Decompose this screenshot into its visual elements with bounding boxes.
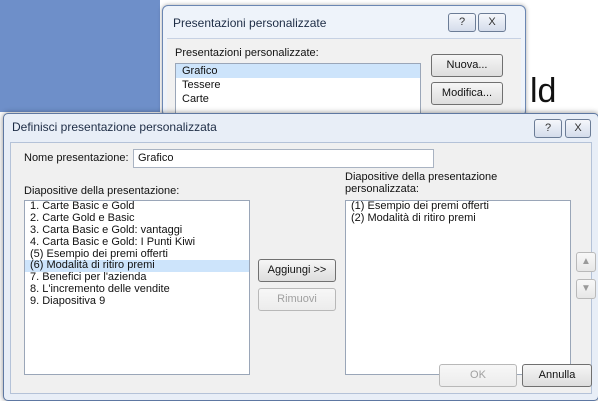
cancel-button[interactable]: Annulla <box>522 364 592 387</box>
define-custom-show-dialog: Definisci presentazione personalizzata ?… <box>3 113 598 401</box>
show-name-label: Nome presentazione: <box>24 152 129 164</box>
presentation-slides-list[interactable]: 1. Carte Basic e Gold 2. Carte Gold e Ba… <box>24 200 250 375</box>
list-item[interactable]: Grafico <box>176 64 420 78</box>
list-item[interactable]: 4. Carta Basic e Gold: I Punti Kiwi <box>25 236 249 249</box>
dialog-title: Presentazioni personalizzate <box>173 16 327 30</box>
list-item[interactable]: 2. Carte Gold e Basic <box>25 212 249 225</box>
custom-slides-label-line1: Diapositive della presentazione <box>345 171 498 183</box>
dialog-body: Presentazioni personalizzate: Grafico Te… <box>167 38 521 125</box>
arrow-down-icon[interactable]: ▼ <box>576 279 596 299</box>
help-button[interactable]: ? <box>534 119 562 138</box>
close-button[interactable]: X <box>478 13 506 32</box>
remove-button[interactable]: Rimuovi <box>258 288 336 311</box>
custom-slides-label: Diapositive della presentazione personal… <box>345 171 497 195</box>
custom-shows-label: Presentazioni personalizzate: <box>175 47 319 59</box>
edit-button[interactable]: Modifica... <box>431 82 503 105</box>
new-button[interactable]: Nuova... <box>431 54 503 77</box>
list-item[interactable]: 3. Carta Basic e Gold: vantaggi <box>25 224 249 237</box>
slide-text-fragment: ld <box>530 72 557 110</box>
slides-in-presentation-label: Diapositive della presentazione: <box>24 185 180 197</box>
add-button[interactable]: Aggiungi >> <box>258 259 336 282</box>
custom-show-slides-list[interactable]: (1) Esempio dei premi offerti (2) Modali… <box>345 200 571 375</box>
show-name-input[interactable]: Grafico <box>133 149 434 168</box>
ok-button[interactable]: OK <box>439 364 517 387</box>
list-item[interactable]: Tessere <box>176 78 420 92</box>
help-button[interactable]: ? <box>448 13 476 32</box>
close-button[interactable]: X <box>565 119 591 138</box>
slide-background-panel <box>0 0 160 112</box>
custom-slides-label-line2: personalizzata: <box>345 183 419 195</box>
arrow-up-icon[interactable]: ▲ <box>576 252 596 272</box>
custom-shows-dialog: Presentazioni personalizzate ? X Present… <box>162 5 526 125</box>
list-item[interactable]: (2) Modalità di ritiro premi <box>346 212 570 225</box>
dialog-body: Nome presentazione: Grafico Diapositive … <box>10 142 596 394</box>
dialog-title: Definisci presentazione personalizzata <box>12 120 217 134</box>
list-item[interactable]: Carte <box>176 92 420 106</box>
list-item[interactable]: 9. Diapositiva 9 <box>25 295 249 308</box>
